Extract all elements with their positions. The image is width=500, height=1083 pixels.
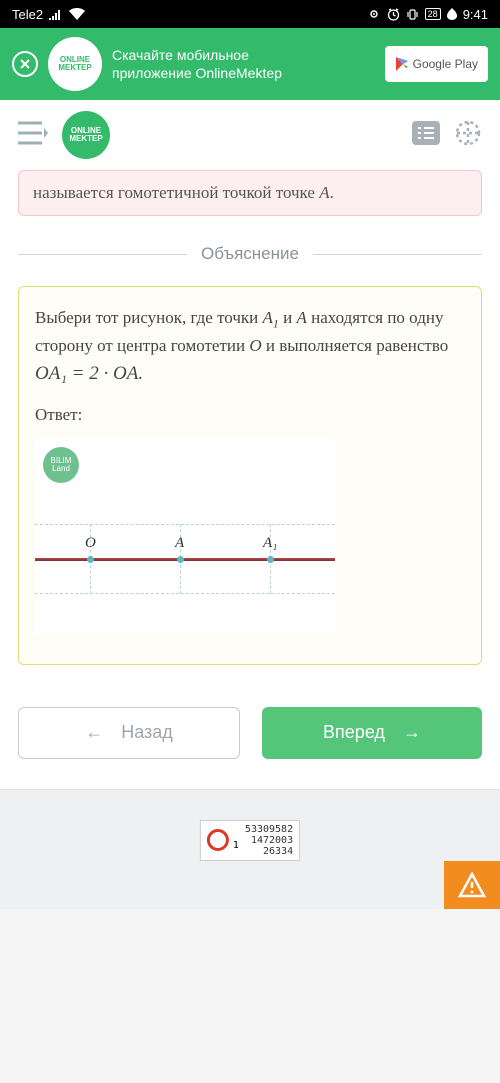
explanation-box: Выбери тот рисунок, где точки A1 и A нах…	[18, 286, 482, 665]
menu-icon[interactable]	[18, 120, 48, 151]
point-A-label: A	[175, 535, 184, 552]
figure-watermark: BILIM Land	[43, 447, 79, 483]
hint-box: называется гомотетичной точкой точке A.	[18, 170, 482, 216]
next-button[interactable]: Вперед →	[262, 707, 482, 759]
navigation-row: ← Назад Вперед →	[0, 665, 500, 789]
banner-text: Скачайте мобильное приложение OnlineMekt…	[112, 46, 375, 82]
eye-comfort-icon	[367, 8, 381, 20]
battery-icon: 28	[425, 8, 441, 20]
language-icon[interactable]	[454, 119, 482, 152]
explanation-text: Выбери тот рисунок, где точки A1 и A нах…	[35, 305, 465, 389]
point-O-label: O	[85, 535, 96, 552]
point-A1-label: A₁	[263, 535, 277, 552]
arrow-right-icon: →	[403, 722, 421, 743]
report-button[interactable]	[444, 861, 500, 909]
back-button-label: Назад	[121, 722, 173, 743]
signal-icon	[49, 8, 63, 20]
footer-area: 1 53309582 1472003 26334	[0, 789, 500, 909]
section-title-label: Объяснение	[187, 244, 313, 264]
google-play-button[interactable]: Google Play	[385, 46, 488, 82]
power-save-icon	[447, 8, 457, 20]
clock-label: 9:41	[463, 7, 488, 22]
alarm-icon	[387, 8, 400, 21]
install-banner: ONLINE MEKTEP Скачайте мобильное приложе…	[0, 28, 500, 100]
android-status-bar: Tele2 28 9:41	[0, 0, 500, 28]
answer-label: Ответ:	[35, 405, 465, 425]
counter-ring-icon	[207, 829, 229, 851]
wifi-icon	[69, 8, 85, 20]
main-content: называется гомотетичной точкой точке A. …	[0, 170, 500, 665]
number-line	[35, 558, 335, 561]
back-button[interactable]: ← Назад	[18, 707, 240, 759]
banner-close-button[interactable]	[12, 51, 38, 77]
next-button-label: Вперед	[323, 722, 385, 743]
arrow-left-icon: ←	[85, 722, 103, 743]
vibrate-icon	[406, 8, 419, 21]
answer-figure: BILIM Land O A A₁	[35, 439, 335, 634]
warning-icon	[458, 872, 486, 898]
carrier-label: Tele2	[12, 7, 43, 22]
google-play-label: Google Play	[413, 57, 478, 71]
visitor-counter[interactable]: 1 53309582 1472003 26334	[200, 820, 300, 861]
list-icon[interactable]	[412, 121, 440, 150]
section-divider: Объяснение	[18, 244, 482, 264]
header-logo[interactable]: ONLINE MEKTEP	[62, 111, 110, 159]
app-header: ONLINE MEKTEP	[0, 100, 500, 170]
banner-logo: ONLINE MEKTEP	[48, 37, 102, 91]
